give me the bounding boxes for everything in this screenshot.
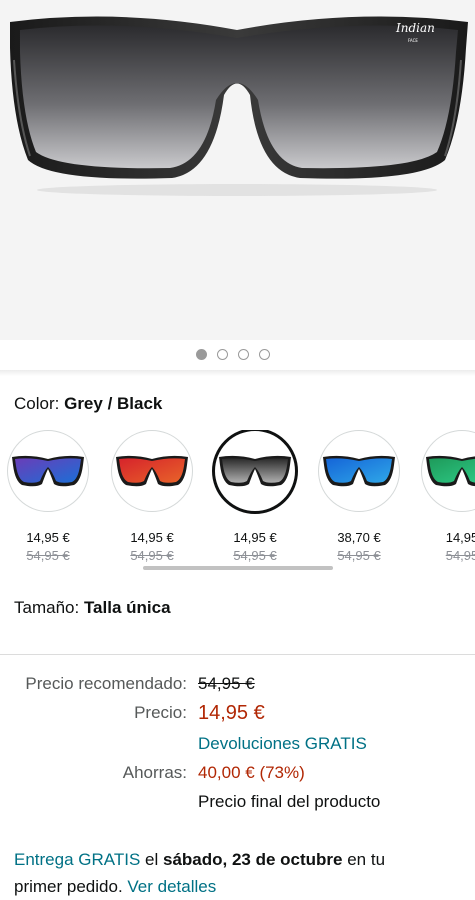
swatch-thumbnail[interactable] <box>7 430 89 512</box>
swatch-glasses-icon <box>219 455 291 487</box>
swatch-old-price: 54,95 € <box>337 548 381 563</box>
swatch-glasses-icon <box>323 455 395 487</box>
gallery-dot-3[interactable] <box>238 349 249 360</box>
price-value: 14,95 € <box>198 702 265 724</box>
color-swatch[interactable]: 38,70 € 54,95 € <box>307 430 411 563</box>
swatch-thumbnail[interactable] <box>318 430 400 512</box>
size-label: Tamaño: <box>14 598 80 617</box>
savings-row: Ahorras: 40,00 € (73%) <box>0 763 475 785</box>
gallery-dot-1[interactable] <box>196 349 207 360</box>
price-row: Precio: 14,95 € <box>0 702 475 728</box>
swatch-old-price: 54,95 € <box>26 548 70 563</box>
recommended-price-label: Precio recomendado: <box>25 674 187 693</box>
swatch-thumbnail[interactable] <box>111 430 193 512</box>
size-value: Talla única <box>83 598 171 617</box>
color-selection-label: Color: Grey / Black <box>14 394 162 414</box>
delivery-info: Entrega GRATIS el sábado, 23 de octubre … <box>14 846 464 900</box>
swatch-old-price: 54,95 € <box>233 548 277 563</box>
divider <box>0 654 475 655</box>
color-value: Grey / Black <box>64 394 163 413</box>
swatch-scrollbar[interactable] <box>143 566 333 570</box>
swatch-thumbnail[interactable] <box>421 430 475 512</box>
sunglasses-image: Indian FACE <box>10 16 468 196</box>
color-swatch[interactable]: 14,95 € 54,95 € <box>0 430 100 563</box>
swatch-old-price: 54,95 <box>445 548 475 563</box>
delivery-line2-text: primer pedido. <box>14 877 128 896</box>
color-swatch[interactable]: 14,95 54,95 <box>410 430 475 563</box>
gallery-dot-2[interactable] <box>217 349 228 360</box>
product-image[interactable]: Indian FACE <box>0 0 475 340</box>
swatch-glasses-icon <box>426 455 475 487</box>
color-swatch-carousel[interactable]: 14,95 € 54,95 € 14,95 € 54,95 € 14,95 € … <box>0 430 475 570</box>
savings-value: 40,00 € (73%) <box>198 763 305 782</box>
delivery-date: sábado, 23 de octubre <box>162 850 343 869</box>
color-swatch-selected[interactable]: 14,95 € 54,95 € <box>203 430 307 563</box>
savings-label: Ahorras: <box>122 763 187 782</box>
see-details-link[interactable]: Ver detalles <box>127 877 216 896</box>
recommended-price-row: Precio recomendado: 54,95 € <box>0 674 475 696</box>
final-price-note-row: Precio final del producto <box>0 792 475 814</box>
swatch-thumbnail[interactable] <box>212 430 298 514</box>
section-separator <box>0 370 475 376</box>
brand-logo-text: Indian <box>395 21 435 35</box>
delivery-end-text: en tu <box>342 850 386 869</box>
delivery-mid-text: el <box>140 850 163 869</box>
recommended-price-value: 54,95 € <box>198 674 255 693</box>
gallery-dot-4[interactable] <box>259 349 270 360</box>
color-label: Color: <box>14 394 60 413</box>
swatch-glasses-icon <box>12 455 84 487</box>
swatch-price: 14,95 € <box>130 530 174 545</box>
size-selection-label: Tamaño: Talla única <box>14 598 171 618</box>
color-swatch[interactable]: 14,95 € 54,95 € <box>100 430 204 563</box>
free-delivery-link[interactable]: Entrega GRATIS <box>14 850 140 869</box>
swatch-old-price: 54,95 € <box>130 548 174 563</box>
price-label: Precio: <box>134 703 187 722</box>
swatch-price: 14,95 € <box>26 530 70 545</box>
gallery-pagination <box>196 349 270 360</box>
returns-row: Devoluciones GRATIS <box>0 734 475 756</box>
swatch-glasses-icon <box>116 455 188 487</box>
swatch-price: 38,70 € <box>337 530 381 545</box>
swatch-price: 14,95 <box>445 530 475 545</box>
final-price-note: Precio final del producto <box>198 792 381 811</box>
swatch-price: 14,95 € <box>233 530 277 545</box>
brand-logo-subtext: FACE <box>408 38 418 43</box>
free-returns-link[interactable]: Devoluciones GRATIS <box>198 734 367 754</box>
